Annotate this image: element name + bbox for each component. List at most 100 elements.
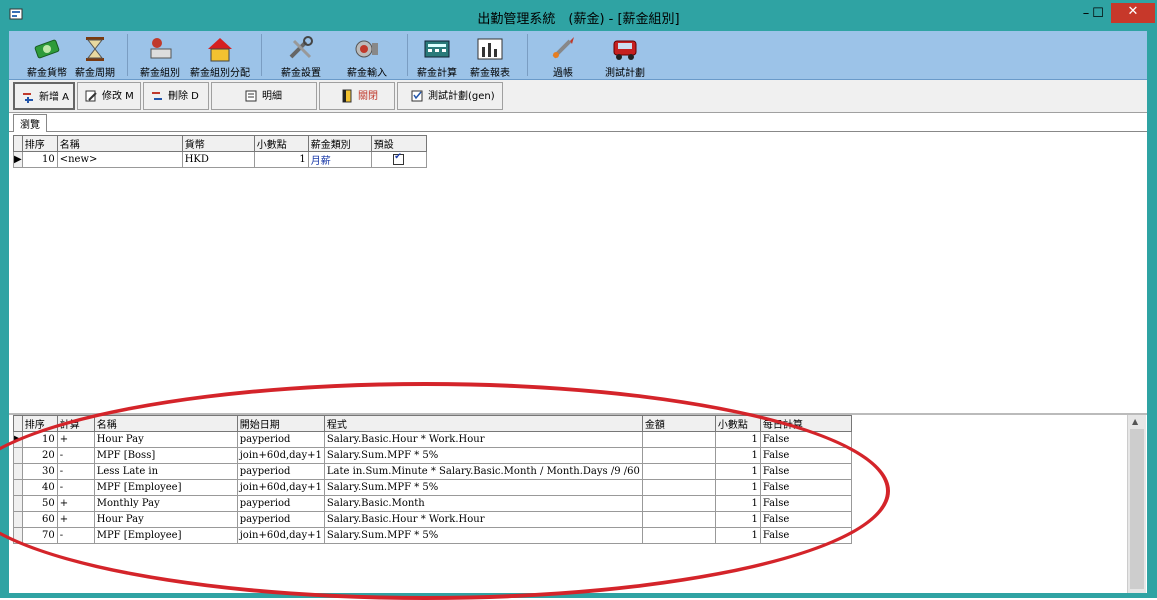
col-header-decimal[interactable]: 小數點 [253, 135, 309, 152]
cell-start-date[interactable]: join+60d,day+1 [236, 479, 325, 496]
add-button[interactable]: 新增 A [13, 82, 75, 110]
cell-daily[interactable]: False [759, 447, 852, 464]
cell-daily[interactable]: False [759, 495, 852, 512]
cell-amount[interactable] [641, 527, 716, 544]
cell-decimal[interactable]: 1 [253, 151, 309, 168]
cell-name[interactable]: Hour Pay [93, 511, 238, 528]
cell-start-date[interactable]: payperiod [236, 431, 325, 448]
cell-formula[interactable]: Salary.Sum.MPF * 5% [323, 527, 643, 544]
cell-currency[interactable]: HKD [181, 151, 255, 168]
test-plan-gen-button[interactable]: 測試計劃(gen) [397, 82, 503, 110]
toolbar-button-report[interactable]: 薪金報表 [465, 33, 515, 79]
cell-decimal[interactable]: 1 [714, 479, 761, 496]
table-row[interactable]: ▶ 10 <new> HKD 1 月薪 [13, 151, 427, 168]
cell-formula[interactable]: Salary.Basic.Hour * Work.Hour [323, 511, 643, 528]
cell-calc[interactable]: - [56, 447, 95, 464]
table-row[interactable]: 50 + Monthly Pay payperiod Salary.Basic.Mont… [13, 495, 852, 512]
toolbar-button-test-plan[interactable]: 測試計劃 [599, 33, 651, 79]
cell-formula[interactable]: Late in.Sum.Minute * Salary.Basic.Month … [323, 463, 643, 480]
cell-order[interactable]: 70 [21, 527, 58, 544]
cell-daily[interactable]: False [759, 527, 852, 544]
cell-formula[interactable]: Salary.Basic.Month [323, 495, 643, 512]
cell-start-date[interactable]: join+60d,day+1 [236, 527, 325, 544]
title-bar[interactable]: 出勤管理系統 (薪金) - [薪金組別] – ☐ ✕ [1, 1, 1156, 31]
col-header-start-date[interactable]: 開始日期 [236, 415, 325, 432]
col-header-name[interactable]: 名稱 [93, 415, 238, 432]
cell-order[interactable]: 10 [21, 431, 58, 448]
cell-formula[interactable]: Salary.Sum.MPF * 5% [323, 479, 643, 496]
table-row[interactable]: 60 + Hour Pay payperiod Salary.Basic.Hour * … [13, 511, 852, 528]
tab-browse[interactable]: 瀏覽 [13, 114, 47, 132]
delete-button[interactable]: 刪除 D [143, 82, 209, 110]
col-header-calc[interactable]: 計算 [56, 415, 95, 432]
cell-calc[interactable]: - [56, 479, 95, 496]
toolbar-button-group[interactable]: 薪金組別 [137, 33, 183, 79]
cell-decimal[interactable]: 1 [714, 447, 761, 464]
cell-calc[interactable]: - [56, 463, 95, 480]
cell-amount[interactable] [641, 463, 716, 480]
cell-calc[interactable]: + [56, 431, 95, 448]
cell-calc[interactable]: + [56, 495, 95, 512]
edit-button[interactable]: 修改 M [77, 82, 141, 110]
cell-name[interactable]: Monthly Pay [93, 495, 238, 512]
col-header-amount[interactable]: 金額 [641, 415, 716, 432]
cell-name[interactable]: MPF [Employee] [93, 527, 238, 544]
default-checkbox[interactable] [393, 153, 405, 165]
detail-button[interactable]: 明細 [211, 82, 317, 110]
cell-name[interactable]: Less Late in [93, 463, 238, 480]
scroll-up-icon[interactable]: ▲ [1132, 417, 1138, 426]
cell-order[interactable]: 40 [21, 479, 58, 496]
cell-amount[interactable] [641, 431, 716, 448]
col-header-order[interactable]: 排序 [21, 415, 58, 432]
cell-decimal[interactable]: 1 [714, 431, 761, 448]
cell-calc[interactable]: + [56, 511, 95, 528]
cell-daily[interactable]: False [759, 463, 852, 480]
cell-amount[interactable] [641, 495, 716, 512]
cell-daily[interactable]: False [759, 479, 852, 496]
close-button[interactable]: 關閉 [319, 82, 395, 110]
toolbar-button-input[interactable]: 薪金輸入 [341, 33, 393, 79]
cell-decimal[interactable]: 1 [714, 495, 761, 512]
cell-name[interactable]: MPF [Boss] [93, 447, 238, 464]
toolbar-button-period[interactable]: 薪金周期 [71, 33, 119, 79]
vertical-scrollbar[interactable]: ▲ [1127, 415, 1146, 593]
cell-start-date[interactable]: payperiod [236, 511, 325, 528]
close-window-button[interactable]: ✕ [1111, 3, 1155, 23]
cell-decimal[interactable]: 1 [714, 511, 761, 528]
col-header-order[interactable]: 排序 [21, 135, 58, 152]
cell-calc[interactable]: - [56, 527, 95, 544]
cell-name[interactable]: MPF [Employee] [93, 479, 238, 496]
cell-order[interactable]: 10 [21, 151, 58, 168]
col-header-decimal[interactable]: 小數點 [714, 415, 761, 432]
col-header-daily[interactable]: 每日計算 [759, 415, 852, 432]
cell-order[interactable]: 20 [21, 447, 58, 464]
cell-daily[interactable]: False [759, 511, 852, 528]
col-header-formula[interactable]: 程式 [323, 415, 643, 432]
cell-decimal[interactable]: 1 [714, 527, 761, 544]
cell-start-date[interactable]: join+60d,day+1 [236, 447, 325, 464]
cell-name[interactable]: <new> [56, 151, 183, 168]
cell-amount[interactable] [641, 511, 716, 528]
cell-decimal[interactable]: 1 [714, 463, 761, 480]
table-row[interactable]: ▶ 10 + Hour Pay payperiod Salary.Basic.Hour *… [13, 431, 852, 448]
cell-formula[interactable]: Salary.Sum.MPF * 5% [323, 447, 643, 464]
cell-category[interactable]: 月薪 [307, 151, 372, 168]
toolbar-button-group-assign[interactable]: 薪金組別分配 [187, 33, 253, 79]
toolbar-button-post[interactable]: 過帳 [543, 33, 583, 79]
col-header-currency[interactable]: 貨幣 [181, 135, 255, 152]
cell-formula[interactable]: Salary.Basic.Hour * Work.Hour [323, 431, 643, 448]
cell-default[interactable] [370, 151, 427, 168]
cell-start-date[interactable]: payperiod [236, 495, 325, 512]
col-header-name[interactable]: 名稱 [56, 135, 183, 152]
cell-daily[interactable]: False [759, 431, 852, 448]
maximize-button[interactable]: ☐ [1085, 5, 1111, 23]
cell-order[interactable]: 30 [21, 463, 58, 480]
col-header-default[interactable]: 預設 [370, 135, 427, 152]
table-row[interactable]: 40- MPF [Employee] join+60d,day+1 Salary.Su… [13, 479, 852, 496]
toolbar-button-settings[interactable]: 薪金設置 [275, 33, 327, 79]
cell-start-date[interactable]: payperiod [236, 463, 325, 480]
cell-order[interactable]: 60 [21, 511, 58, 528]
table-row[interactable]: 70- MPF [Employee] join+60d,day+1 Salary.Su… [13, 527, 852, 544]
cell-amount[interactable] [641, 447, 716, 464]
scrollbar-thumb[interactable] [1130, 429, 1144, 589]
